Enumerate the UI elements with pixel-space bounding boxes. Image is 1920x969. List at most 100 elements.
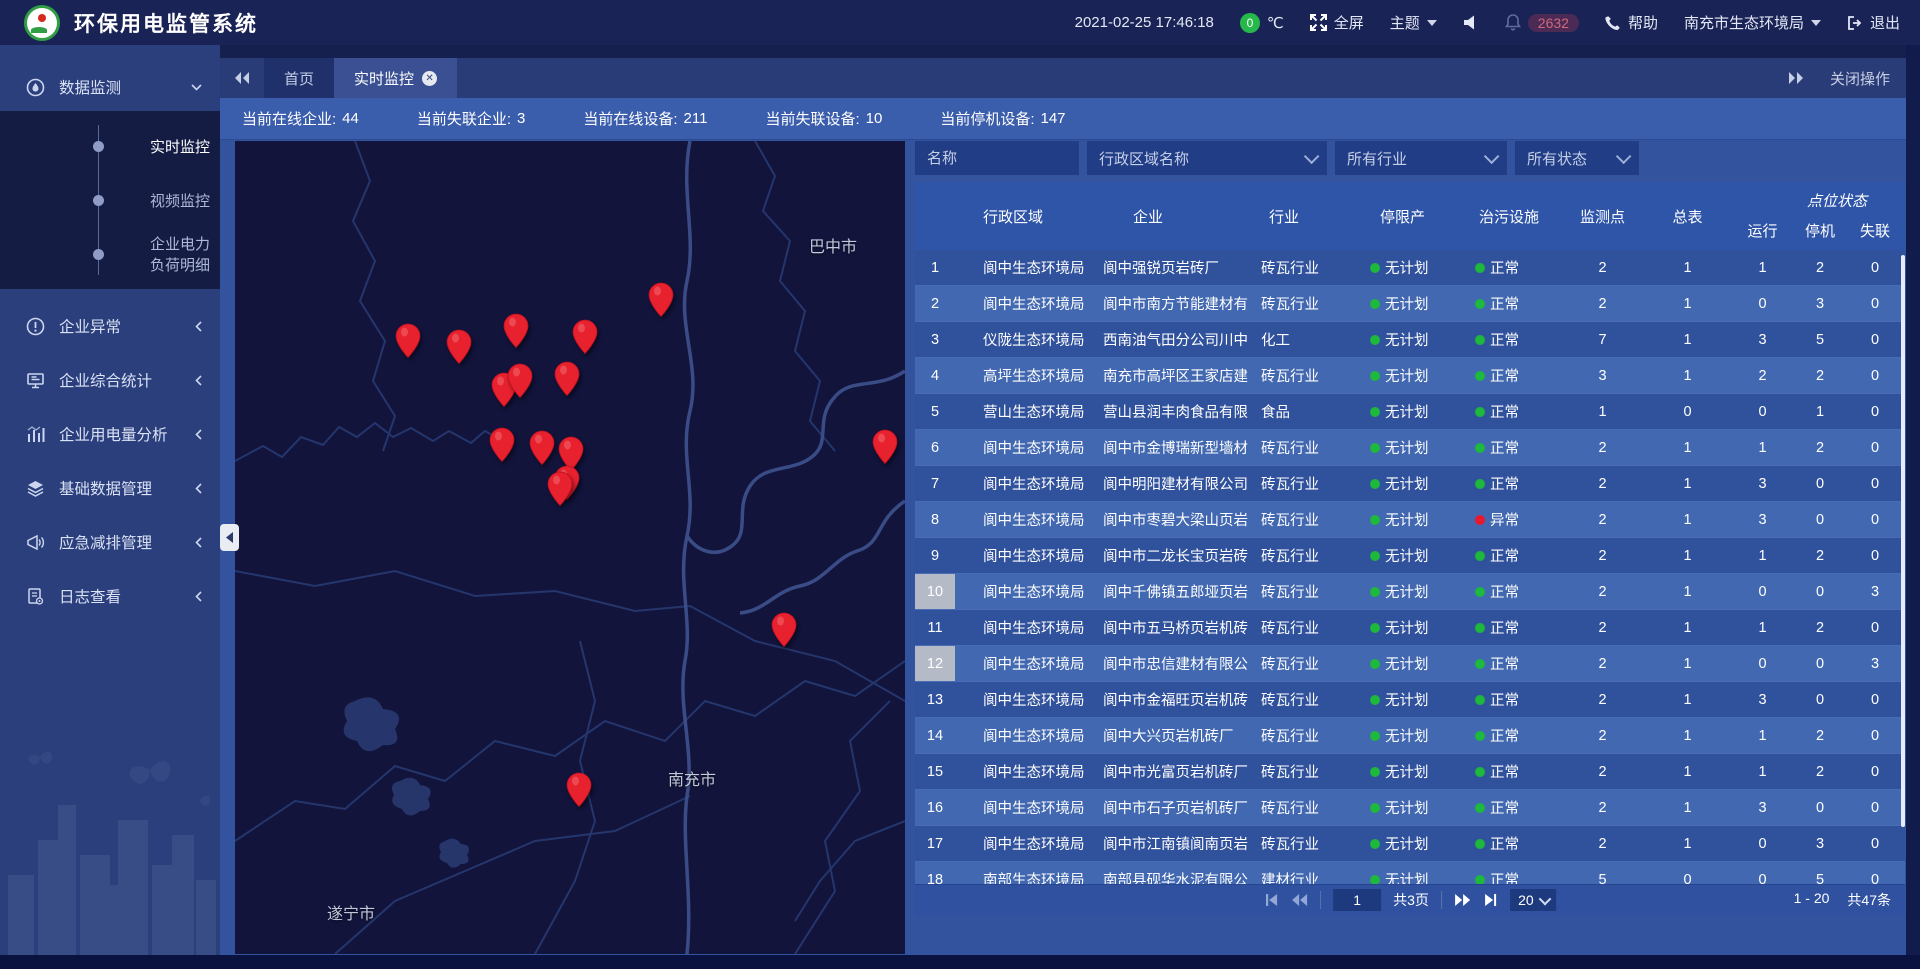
- map-panel[interactable]: 巴中市南充市遂宁市: [235, 141, 905, 954]
- sound-button[interactable]: [1463, 15, 1479, 30]
- status-select[interactable]: 所有状态: [1515, 141, 1639, 175]
- stats-bar: 当前在线企业:44当前失联企业:3当前在线设备:211当前失联设备:10当前停机…: [220, 98, 1906, 140]
- map-pin-icon[interactable]: [648, 282, 674, 317]
- table-row[interactable]: 2阆中生态环境局阆中市南方节能建材有砖瓦行业无计划正常21030: [915, 286, 1905, 322]
- stat-label: 当前失联设备:: [765, 108, 859, 129]
- table-row[interactable]: 8阆中生态环境局阆中市枣碧大梁山页岩砖瓦行业无计划异常21300: [915, 502, 1905, 538]
- cell-points: 2: [1560, 754, 1645, 789]
- first-page-button[interactable]: [1264, 893, 1279, 907]
- map-pin-icon[interactable]: [529, 430, 555, 465]
- row-index: 2: [915, 286, 955, 321]
- table-row[interactable]: 3仪陇生态环境局西南油气田分公司川中化工无计划正常71350: [915, 322, 1905, 358]
- main-content: 巴中市南充市遂宁市: [220, 140, 1906, 955]
- table-row[interactable]: 18南部生态环境局南部县砚华水泥有限公建材行业无计划正常50050: [915, 862, 1905, 884]
- cell-industry: 砖瓦行业: [1255, 646, 1360, 681]
- close-operations-button[interactable]: 关闭操作: [1830, 68, 1890, 89]
- table-row[interactable]: 11阆中生态环境局阆中市五马桥页岩机砖砖瓦行业无计划正常21120: [915, 610, 1905, 646]
- tab-realtime-monitoring[interactable]: 实时监控 ✕: [334, 58, 457, 98]
- industry-select[interactable]: 所有行业: [1335, 141, 1507, 175]
- cell-points: 2: [1560, 250, 1645, 285]
- cell-run: 3: [1730, 466, 1795, 501]
- sidebar-item-enterprise-statistics[interactable]: 企业综合统计: [0, 353, 220, 407]
- last-page-button[interactable]: [1483, 893, 1498, 907]
- map-pin-icon[interactable]: [507, 363, 533, 398]
- table-row[interactable]: 5营山生态环境局营山县润丰肉食品有限食品无计划正常10010: [915, 394, 1905, 430]
- cell-industry: 砖瓦行业: [1255, 682, 1360, 717]
- cell-company: 阆中市江南镇阆南页岩: [1095, 826, 1255, 861]
- cell-points: 2: [1560, 826, 1645, 861]
- sidebar-item-realtime-monitoring[interactable]: 实时监控: [0, 119, 220, 173]
- org-dropdown[interactable]: 南充市生态环境局: [1684, 12, 1821, 33]
- region-select[interactable]: 行政区域名称: [1087, 141, 1327, 175]
- table-row[interactable]: 1阆中生态环境局阆中强锐页岩砖厂砖瓦行业无计划正常21120: [915, 250, 1905, 286]
- table-row[interactable]: 13阆中生态环境局阆中市金福旺页岩机砖砖瓦行业无计划正常21300: [915, 682, 1905, 718]
- map-pin-icon[interactable]: [503, 313, 529, 348]
- tabs-scroll-right-button[interactable]: [1788, 72, 1804, 84]
- cell-facility: 正常: [1465, 286, 1560, 321]
- sidebar-item-emergency-reduction[interactable]: 应急减排管理: [0, 515, 220, 569]
- table-row[interactable]: 4高坪生态环境局南充市高坪区王家店建砖瓦行业无计划正常31220: [915, 358, 1905, 394]
- cell-facility: 正常: [1465, 466, 1560, 501]
- cell-meters: 1: [1645, 574, 1730, 609]
- sidebar-item-base-data-management[interactable]: 基础数据管理: [0, 461, 220, 515]
- row-index: 16: [915, 790, 955, 825]
- chevron-down-icon: [191, 84, 202, 91]
- cell-industry: 砖瓦行业: [1255, 502, 1360, 537]
- tabs-scroll-left-button[interactable]: [220, 58, 264, 98]
- sidebar-item-enterprise-abnormal[interactable]: 企业异常: [0, 299, 220, 353]
- cell-run: 3: [1730, 682, 1795, 717]
- cell-plan: 无计划: [1360, 682, 1465, 717]
- sidebar-item-power-load-detail[interactable]: 企业电力负荷明细: [0, 227, 220, 281]
- sidebar-item-log-view[interactable]: 日志查看: [0, 569, 220, 623]
- map-pin-icon[interactable]: [395, 323, 421, 358]
- cell-facility: 正常: [1465, 862, 1560, 884]
- theme-dropdown[interactable]: 主题: [1390, 12, 1437, 33]
- table-row[interactable]: 9阆中生态环境局阆中市二龙长宝页岩砖砖瓦行业无计划正常21120: [915, 538, 1905, 574]
- cell-points: 2: [1560, 286, 1645, 321]
- table-row[interactable]: 14阆中生态环境局阆中大兴页岩机砖厂砖瓦行业无计划正常21120: [915, 718, 1905, 754]
- table-row[interactable]: 15阆中生态环境局阆中市光富页岩机砖厂砖瓦行业无计划正常21120: [915, 754, 1905, 790]
- fullscreen-button[interactable]: 全屏: [1310, 12, 1364, 33]
- cell-stop: 2: [1795, 358, 1845, 393]
- map-pin-icon[interactable]: [566, 772, 592, 807]
- map-pin-icon[interactable]: [547, 471, 573, 506]
- name-search-input[interactable]: [915, 141, 1079, 175]
- sidebar-collapse-button[interactable]: [220, 524, 239, 551]
- page-number-input[interactable]: 1: [1333, 889, 1381, 911]
- next-page-button[interactable]: [1454, 893, 1471, 907]
- sidebar-item-data-monitoring[interactable]: 数据监测: [0, 63, 220, 111]
- cell-plan: 无计划: [1360, 790, 1465, 825]
- row-index: 14: [915, 718, 955, 753]
- table-row[interactable]: 6阆中生态环境局阆中市金博瑞新型墙材砖瓦行业无计划正常21120: [915, 430, 1905, 466]
- map-pin-icon[interactable]: [872, 429, 898, 464]
- tab-home[interactable]: 首页: [264, 58, 334, 98]
- status-dot-icon: [1370, 875, 1380, 885]
- table-row[interactable]: 16阆中生态环境局阆中市石子页岩机砖厂砖瓦行业无计划正常21300: [915, 790, 1905, 826]
- table-row[interactable]: 17阆中生态环境局阆中市江南镇阆南页岩砖瓦行业无计划正常21030: [915, 826, 1905, 862]
- table-row[interactable]: 10阆中生态环境局阆中千佛镇五郎垭页岩砖瓦行业无计划正常21003: [915, 574, 1905, 610]
- tab-close-icon[interactable]: ✕: [422, 71, 437, 86]
- total-rows-label: 共47条: [1847, 890, 1891, 910]
- map-pin-icon[interactable]: [489, 427, 515, 462]
- row-index: 18: [915, 862, 955, 884]
- notification-widget[interactable]: 2632: [1505, 14, 1579, 32]
- page-size-select[interactable]: 20: [1510, 889, 1556, 911]
- cell-meters: 1: [1645, 754, 1730, 789]
- help-button[interactable]: 帮助: [1605, 12, 1658, 33]
- monitor-stats-icon: [26, 371, 45, 390]
- table-row[interactable]: 12阆中生态环境局阆中市忠信建材有限公砖瓦行业无计划正常21003: [915, 646, 1905, 682]
- table-scrollbar[interactable]: [1901, 255, 1905, 827]
- map-pin-icon[interactable]: [572, 319, 598, 354]
- table-row[interactable]: 7阆中生态环境局阆中明阳建材有限公司砖瓦行业无计划正常21300: [915, 466, 1905, 502]
- status-dot-icon: [1370, 371, 1380, 381]
- chevron-down-icon: [1484, 148, 1500, 164]
- notification-count-badge: 2632: [1528, 14, 1579, 32]
- logout-button[interactable]: 退出: [1847, 12, 1900, 33]
- prev-page-button[interactable]: [1291, 893, 1308, 907]
- map-pin-icon[interactable]: [771, 612, 797, 647]
- sidebar-item-video-monitoring[interactable]: 视频监控: [0, 173, 220, 227]
- sidebar-item-power-usage-analysis[interactable]: 企业用电量分析: [0, 407, 220, 461]
- cell-plan: 无计划: [1360, 826, 1465, 861]
- map-pin-icon[interactable]: [446, 329, 472, 364]
- map-pin-icon[interactable]: [554, 361, 580, 396]
